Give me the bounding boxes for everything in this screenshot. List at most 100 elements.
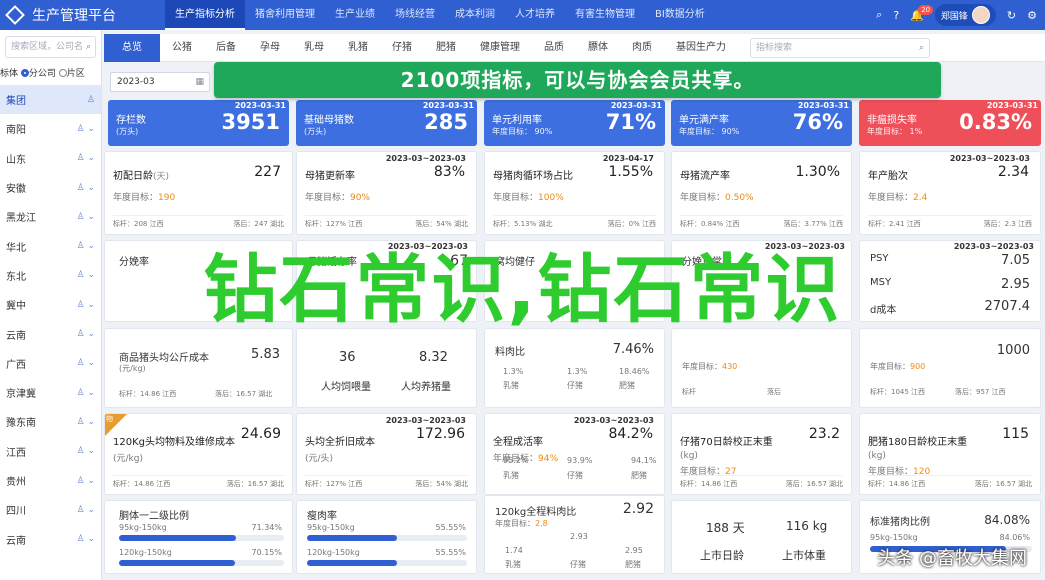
sidebar-item[interactable]: 东北 ♙ ⌄	[0, 261, 101, 290]
user-chevron-icon[interactable]: ♙ ⌄	[77, 329, 95, 339]
refresh-icon[interactable]: ↻	[1007, 9, 1016, 22]
card-litter-healthy[interactable]: 窝均健仔	[484, 240, 665, 322]
card-value: 227	[254, 164, 281, 180]
sidebar-item[interactable]: 京津冀 ♙ ⌄	[0, 378, 101, 407]
nav-item[interactable]: 生产指标分析	[165, 0, 245, 30]
tab-item[interactable]: 健康管理	[468, 34, 532, 62]
user-menu[interactable]: 郑国锋	[934, 4, 996, 26]
metric-card[interactable]: 2023-03~2023-03 头均全折旧成本 (元/头) 172.96 标杆：127%…	[296, 413, 477, 495]
sidebar-item[interactable]: 云南 ♙ ⌄	[0, 319, 101, 348]
tab-item[interactable]: 乳猪	[336, 34, 380, 62]
metric-card[interactable]: 物 120Kg头均物料及维修成本 (元/kg) 24.69 标杆：14.86 江西 落后：…	[104, 413, 293, 495]
kpi-card[interactable]: 2023-03-31 基础母猪数 (万头) 285	[296, 100, 477, 146]
nav-item[interactable]: BI数据分析	[645, 0, 715, 30]
nav-item[interactable]: 人才培养	[505, 0, 565, 30]
corner-tag-label: 物	[106, 415, 113, 423]
user-chevron-icon[interactable]: ♙ ⌄	[77, 212, 95, 222]
tab-item[interactable]: 膘体	[576, 34, 620, 62]
tab-item[interactable]: 仔猪	[380, 34, 424, 62]
search-icon[interactable]: ⌕	[876, 8, 882, 22]
user-chevron-icon[interactable]: ♙	[87, 95, 95, 105]
sidebar-item[interactable]: 冀中 ♙ ⌄	[0, 290, 101, 319]
tab-item[interactable]: 品质	[532, 34, 576, 62]
card-psy[interactable]: 2023-03~2023-03 PSY 7.05 MSY 2.95 d成本 27…	[859, 240, 1041, 322]
metric-card[interactable]: 2023-03~2023-03 全程成活率 84.2% 年度目标：94% 95.2% 乳猪…	[484, 413, 665, 495]
sidebar-item[interactable]: 云南 ♙ ⌄	[0, 524, 101, 553]
sidebar-item[interactable]: 黑龙江 ♙ ⌄	[0, 202, 101, 231]
index-search-input[interactable]: 指标搜索 ⌕	[750, 37, 930, 58]
card-fattening-gain[interactable]: 1000 年度目标：900 标杆：1045 江西 落后：957 江西	[859, 328, 1041, 408]
tab-item[interactable]: 肉质	[620, 34, 664, 62]
nav-item[interactable]: 猪舍利用管理	[245, 0, 325, 30]
kpi-card[interactable]: 2023-03-31 非瘟损失率 年度目标： 1% 0.83%	[859, 100, 1041, 146]
tab-item[interactable]: 肥猪	[424, 34, 468, 62]
radio-area[interactable]	[58, 69, 67, 77]
sidebar-item[interactable]: 四川 ♙ ⌄	[0, 495, 101, 524]
sidebar-item[interactable]: 山东 ♙ ⌄	[0, 144, 101, 173]
card-sow-survival[interactable]: 母猪活存率 67 2023-03~2023-03	[296, 240, 477, 322]
settings-icon[interactable]: ⚙	[1027, 9, 1037, 22]
sidebar-item[interactable]: 华北 ♙ ⌄	[0, 231, 101, 260]
tab-item[interactable]: 总览	[104, 33, 160, 62]
user-chevron-icon[interactable]: ♙ ⌄	[77, 534, 95, 544]
sidebar-item[interactable]: 贵州 ♙ ⌄	[0, 466, 101, 495]
kpi-card[interactable]: 2023-03-31 单元利用率 年度目标： 90% 71%	[484, 100, 665, 146]
bell-icon[interactable]: 🔔 20	[910, 4, 934, 22]
nav-item[interactable]: 成本利润	[445, 0, 505, 30]
date-picker[interactable]: 2023-03 ▦	[110, 72, 210, 92]
user-chevron-icon[interactable]: ♙ ⌄	[77, 476, 95, 486]
nav-item[interactable]: 生产业绩	[325, 0, 385, 30]
metric-card[interactable]: 肥猪180日龄校正末重 (kg) 115 年度目标：120 标杆：14.86 江西 落后：…	[859, 413, 1041, 495]
card-benchmark: 标杆：14.86 江西	[119, 390, 177, 398]
kpi-card[interactable]: 2023-03-31 存栏数 (万头) 3951	[108, 100, 289, 146]
card-120kg-feed-ratio[interactable]: 120kg全程料肉比 2.92 年度目标：2.8 1.74 2.93 2.95 …	[484, 495, 665, 574]
sidebar-item[interactable]: 南阳 ♙ ⌄	[0, 114, 101, 143]
help-icon[interactable]: ?	[893, 9, 899, 22]
metric-card[interactable]: 母猪流产率 1.30% 年度目标：0.50% 标杆：0.84% 江西 落后：3.77% …	[671, 151, 852, 235]
card-carcass-grade[interactable]: 胴体一二级比例 95kg-150kg 71.34% 120kg-150kg 70…	[104, 500, 293, 574]
user-chevron-icon[interactable]: ♙ ⌄	[77, 153, 95, 163]
metric-card[interactable]: 年产胎次 2023-03~2023-03 2.34 年度目标：2.4 标杆：2.41 江…	[859, 151, 1041, 235]
sidebar-item[interactable]: 安徽 ♙ ⌄	[0, 173, 101, 202]
metric-card[interactable]: 仔猪70日龄校正末重 (kg) 23.2 年度目标：27 标杆：14.86 江西 落后：1…	[671, 413, 852, 495]
app-logo[interactable]: 生产管理平台	[0, 5, 165, 25]
card-farrowing-normal[interactable]: 分娩正常率 2023-03~2023-03	[671, 240, 852, 322]
card-lean-rate[interactable]: 瘦肉率 95kg-150kg 55.55% 120kg-150kg 55.55%	[296, 500, 477, 574]
radio-label: 标体	[0, 69, 19, 79]
card-per-capita[interactable]: 36 8.32 人均饲喂量 人均养猪量	[296, 328, 477, 408]
user-chevron-icon[interactable]: ♙ ⌄	[77, 183, 95, 193]
sidebar-search-input[interactable]: 搜索区域，公司名 ⌕	[5, 36, 96, 58]
range-pct-2: 55.55%	[435, 548, 466, 557]
tab-item[interactable]: 孕母	[248, 34, 292, 62]
tab-item[interactable]: 乳母	[292, 34, 336, 62]
card-hog-cost[interactable]: 商品猪头均公斤成本 (元/kg) 5.83 标杆：14.86 江西 落后：16.…	[104, 328, 293, 408]
metric-card[interactable]: 母猪肉循环场占比 2023-04-17 1.55% 年度目标：100% 标杆：5.13%…	[484, 151, 665, 235]
sidebar-item[interactable]: 集团 ♙	[0, 85, 101, 115]
sidebar-item[interactable]: 广西 ♙ ⌄	[0, 349, 101, 378]
metric-card[interactable]: 初配日龄(天) 227 年度目标：190 标杆：208 江西 落后：247 湖北	[104, 151, 293, 235]
metric-card[interactable]: 母猪更新率 2023-03~2023-03 83% 年度目标：90% 标杆：127% 江…	[296, 151, 477, 235]
sidebar-item[interactable]: 豫东南 ♙ ⌄	[0, 407, 101, 436]
user-chevron-icon[interactable]: ♙ ⌄	[77, 417, 95, 427]
nav-item[interactable]: 场线经营	[385, 0, 445, 30]
tab-item[interactable]: 公猪	[160, 34, 204, 62]
user-chevron-icon[interactable]: ♙ ⌄	[77, 358, 95, 368]
radio-branch[interactable]	[20, 69, 29, 77]
nav-item[interactable]: 有害生物管理	[565, 0, 645, 30]
goal-label: 年度目标：	[305, 193, 351, 203]
card-feed-meat[interactable]: 料肉比 7.46% 1.3% 1.3% 18.46% 乳猪 仔猪 肥猪	[484, 328, 665, 408]
user-chevron-icon[interactable]: ♙ ⌄	[77, 270, 95, 280]
user-chevron-icon[interactable]: ♙ ⌄	[77, 124, 95, 134]
user-chevron-icon[interactable]: ♙ ⌄	[77, 388, 95, 398]
user-chevron-icon[interactable]: ♙ ⌄	[77, 300, 95, 310]
card-farrowing-rate[interactable]: 分娩率	[104, 240, 293, 322]
user-chevron-icon[interactable]: ♙ ⌄	[77, 241, 95, 251]
sidebar-item[interactable]: 江西 ♙ ⌄	[0, 437, 101, 466]
card-market-age-weight[interactable]: 188 天 116 kg 上市日龄 上市体重	[671, 500, 852, 574]
tab-item[interactable]: 后备	[204, 34, 248, 62]
kpi-card[interactable]: 2023-03-31 单元满产率 年度目标： 90% 76%	[671, 100, 852, 146]
user-chevron-icon[interactable]: ♙ ⌄	[77, 505, 95, 515]
card-weaning-weight[interactable]: 年度目标：430 标杆 落后	[671, 328, 852, 408]
tab-item[interactable]: 基因生产力	[664, 34, 738, 62]
user-chevron-icon[interactable]: ♙ ⌄	[77, 446, 95, 456]
